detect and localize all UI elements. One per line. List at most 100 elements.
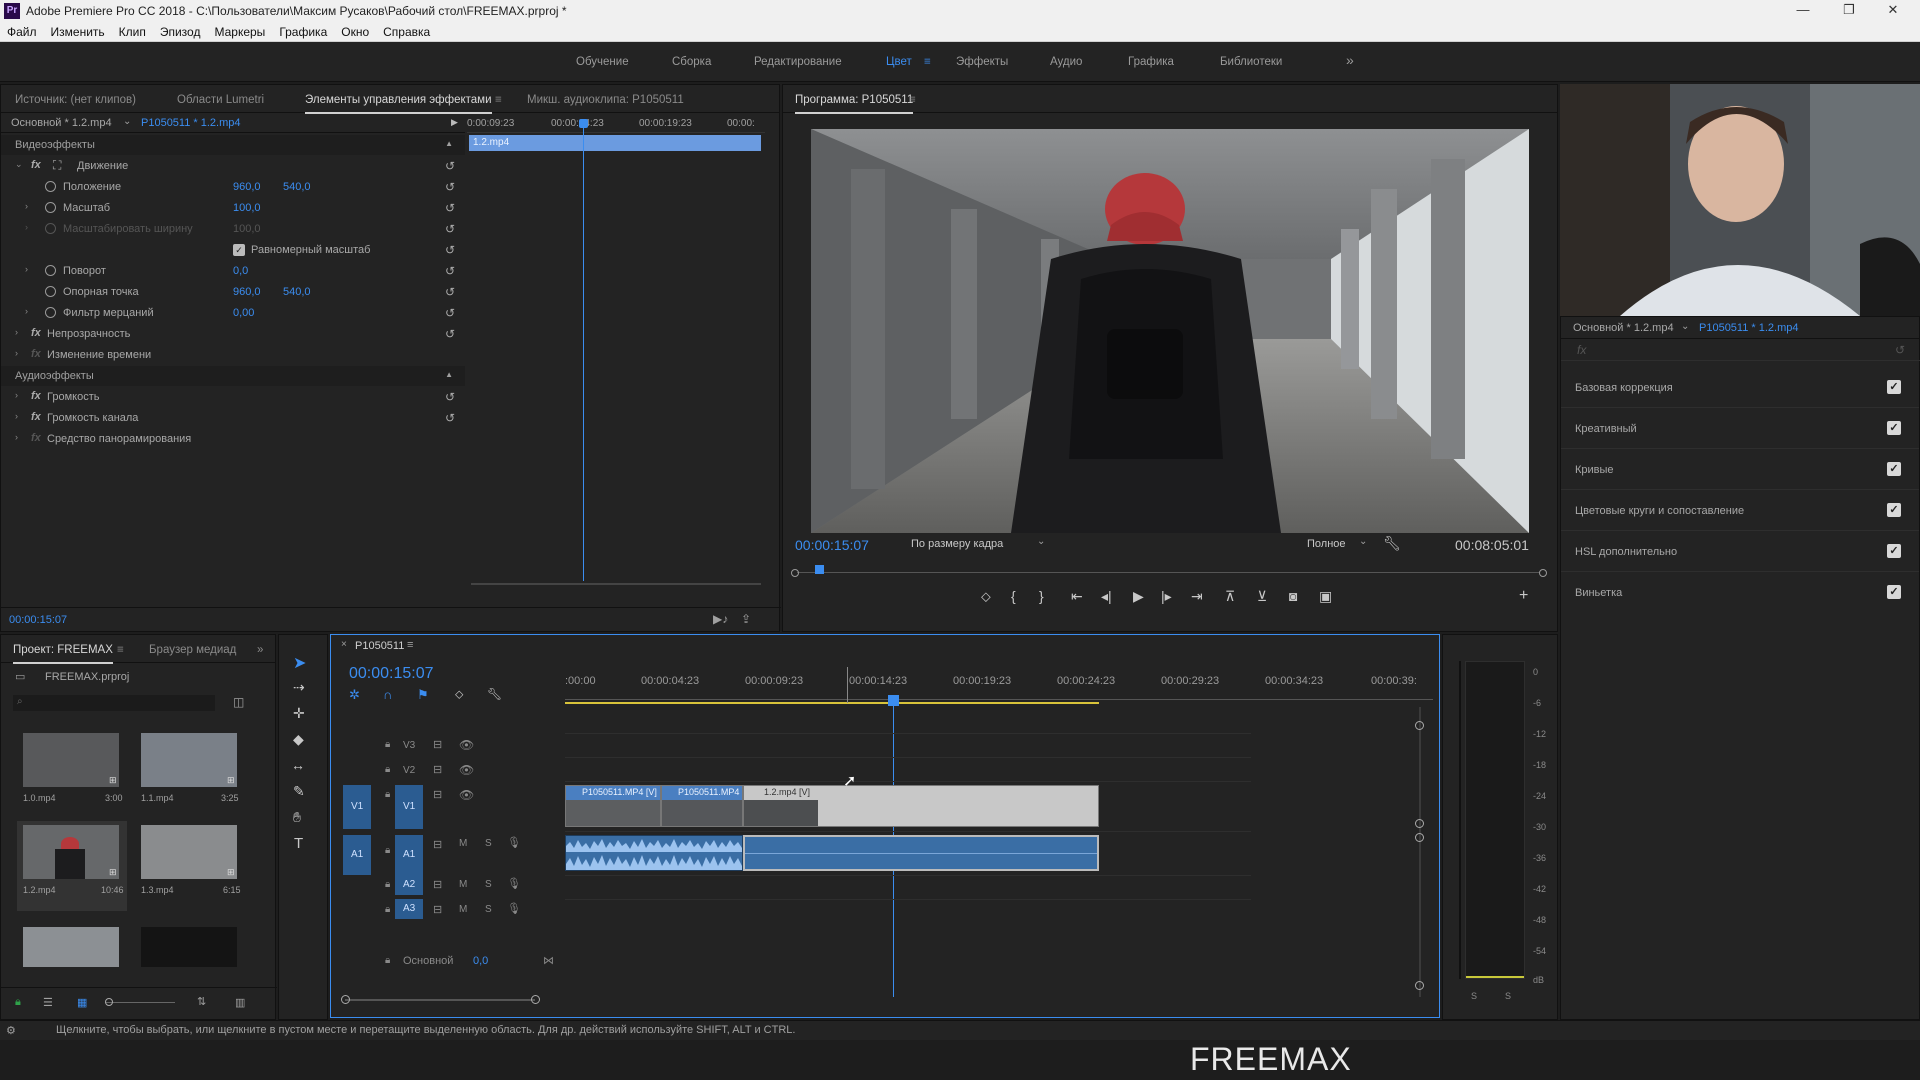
tab-media-browser[interactable]: Браузер медиад	[149, 644, 236, 656]
motion-transform-icon[interactable]: ⛶	[53, 158, 61, 173]
nest-icon[interactable]: ✲	[349, 687, 360, 703]
list-view-icon[interactable]: ☰	[43, 996, 53, 1009]
menu-sequence[interactable]: Эпизод	[153, 22, 208, 39]
microphone-icon[interactable]: 🎙︎	[507, 836, 521, 849]
stopwatch-icon[interactable]	[45, 202, 56, 213]
expand-caret-icon[interactable]: ›	[15, 432, 18, 442]
project-item[interactable]: ⊞ 1.1.mp4 3:25	[135, 733, 245, 823]
lumetri-hsl-secondary[interactable]: HSL дополнительно ✓	[1561, 531, 1919, 572]
play-icon[interactable]: ▶	[1133, 588, 1144, 605]
expand-caret-icon[interactable]: ›	[15, 327, 18, 337]
track-a1-target[interactable]: A1	[395, 835, 423, 875]
anchor-y-value[interactable]: 540,0	[283, 286, 311, 298]
timeline-vertical-scrollbar[interactable]	[1419, 707, 1421, 997]
video-clip[interactable]: P1050511.MP4 [V]	[565, 785, 661, 827]
add-marker-icon[interactable]: ⬦	[981, 588, 991, 605]
rotation-value[interactable]: 0,0	[233, 265, 248, 277]
time-remap-row[interactable]: › fx Изменение времени	[1, 345, 465, 365]
fx-icon[interactable]: fx	[31, 411, 41, 423]
effect-mini-timeline[interactable]: 0:00:09:23 00:00:14:23 00:00:19:23 00:00…	[467, 113, 765, 585]
workspace-tab-learning[interactable]: Обучение	[576, 56, 629, 68]
scroll-handle[interactable]	[531, 995, 540, 1004]
toggle-sync-lock-icon[interactable]: ⊟	[433, 738, 442, 751]
stopwatch-icon[interactable]	[45, 286, 56, 297]
eye-icon[interactable]: 👁︎	[459, 788, 474, 802]
toggle-sync-lock-icon[interactable]: ⊟	[433, 903, 442, 916]
scroll-handle[interactable]	[1415, 981, 1424, 990]
expand-caret-icon[interactable]: ›	[15, 390, 18, 400]
lumetri-creative[interactable]: Креативный ✓	[1561, 408, 1919, 449]
button-editor-plus-icon[interactable]: +	[1519, 587, 1528, 605]
timeline-sequence-name[interactable]: P1050511	[355, 640, 404, 652]
play-triangle-icon[interactable]: ▶	[451, 117, 458, 128]
expand-caret-icon[interactable]: ›	[25, 201, 28, 211]
collapse-up-icon[interactable]: ▲	[445, 370, 453, 379]
reset-icon[interactable]: ↺	[445, 243, 455, 257]
lumetri-basic-correction[interactable]: Базовая коррекция ✓	[1561, 367, 1919, 408]
clip-thumbnail[interactable]	[23, 927, 119, 967]
step-back-icon[interactable]: ◂|	[1101, 588, 1112, 605]
section-checkbox[interactable]: ✓	[1887, 421, 1901, 435]
timeline-settings-wrench-icon[interactable]: 🔧︎	[487, 687, 502, 701]
solo-button[interactable]: S	[485, 838, 492, 849]
workspace-overflow-button[interactable]: »	[1346, 52, 1354, 68]
scale-value[interactable]: 100,0	[233, 202, 261, 214]
project-item[interactable]: ⊞ 1.0.mp4 3:00	[17, 733, 127, 823]
clip-thumbnail[interactable]	[141, 927, 237, 967]
eye-icon[interactable]: 👁︎	[459, 738, 474, 752]
panner-row[interactable]: › fx Средство панорамирования	[1, 429, 465, 449]
microphone-icon[interactable]: 🎙︎	[507, 877, 521, 890]
tab-source[interactable]: Источник: (нет клипов)	[15, 94, 136, 106]
go-to-out-icon[interactable]: ⇥	[1191, 588, 1203, 605]
motion-row[interactable]: ⌄ fx ⛶ Движение ↺	[1, 156, 465, 176]
mute-button[interactable]: M	[459, 838, 467, 849]
thumbnail-size-slider[interactable]	[105, 1002, 175, 1003]
scroll-handle[interactable]	[341, 995, 350, 1004]
lumetri-color-wheels[interactable]: Цветовые круги и сопоставление ✓	[1561, 490, 1919, 531]
project-item[interactable]: ⊞ 1.3.mp4 6:15	[135, 821, 245, 911]
workspace-tab-audio[interactable]: Аудио	[1050, 56, 1082, 68]
source-patch-v1[interactable]: V1	[343, 785, 371, 829]
channel-volume-row[interactable]: › fx Громкость канала ↺	[1, 408, 465, 428]
section-checkbox[interactable]: ✓	[1887, 380, 1901, 394]
eye-icon[interactable]: 👁︎	[459, 763, 474, 777]
restore-button[interactable]: ❐	[1834, 2, 1864, 20]
microphone-icon[interactable]: 🎙︎	[507, 902, 521, 915]
expand-caret-icon[interactable]: ›	[25, 306, 28, 316]
go-to-end-icon[interactable]: ⋈	[543, 954, 554, 967]
reset-icon[interactable]: ↺	[445, 159, 455, 173]
lock-icon[interactable]: 🔒︎	[385, 904, 390, 915]
mini-scrollbar[interactable]	[471, 583, 761, 585]
hand-tool-icon[interactable]: ✋︎	[293, 809, 301, 826]
lift-icon[interactable]: ⊼	[1225, 588, 1235, 605]
solo-left-button[interactable]: S	[1471, 991, 1477, 1001]
tab-project[interactable]: Проект: FREEMAX	[13, 644, 113, 664]
pen-tool-icon[interactable]: ✎	[293, 783, 305, 800]
tab-lumetri-scopes[interactable]: Области Lumetri	[177, 94, 264, 106]
position-x-value[interactable]: 960,0	[233, 181, 261, 193]
program-scrubber[interactable]	[791, 565, 1551, 579]
close-button[interactable]: ✕	[1878, 2, 1908, 20]
reset-icon[interactable]: ↺	[445, 327, 455, 341]
workspace-tab-editing[interactable]: Редактирование	[754, 56, 842, 68]
lock-icon[interactable]: 🔒︎	[385, 739, 390, 750]
slider-handle[interactable]	[105, 998, 113, 1006]
lock-icon[interactable]: 🔒︎	[15, 996, 21, 1009]
menu-file[interactable]: Файл	[0, 22, 44, 39]
fx-icon[interactable]: fx	[31, 159, 41, 171]
expand-caret-icon[interactable]: ›	[25, 264, 28, 274]
video-clip-selected[interactable]: 1.2.mp4 [V]	[743, 785, 1099, 827]
expand-caret-icon[interactable]: ›	[15, 411, 18, 421]
project-menu-icon[interactable]: ≡	[117, 644, 124, 656]
uniform-scale-checkbox[interactable]: ✓	[233, 244, 245, 256]
stopwatch-icon[interactable]	[45, 265, 56, 276]
chevron-down-icon[interactable]: ⌄	[1359, 536, 1367, 547]
menu-window[interactable]: Окно	[334, 22, 376, 39]
mute-button[interactable]: M	[459, 879, 467, 890]
lock-icon[interactable]: 🔒︎	[385, 879, 390, 890]
project-item-selected[interactable]: ⊞ 1.2.mp4 10:46	[17, 821, 127, 911]
audio-clip-selected[interactable]	[743, 835, 1099, 871]
mark-in-icon[interactable]: {	[1011, 588, 1016, 604]
workspace-tab-color[interactable]: Цвет	[886, 56, 912, 68]
panel-overflow-icon[interactable]: »	[257, 644, 263, 656]
